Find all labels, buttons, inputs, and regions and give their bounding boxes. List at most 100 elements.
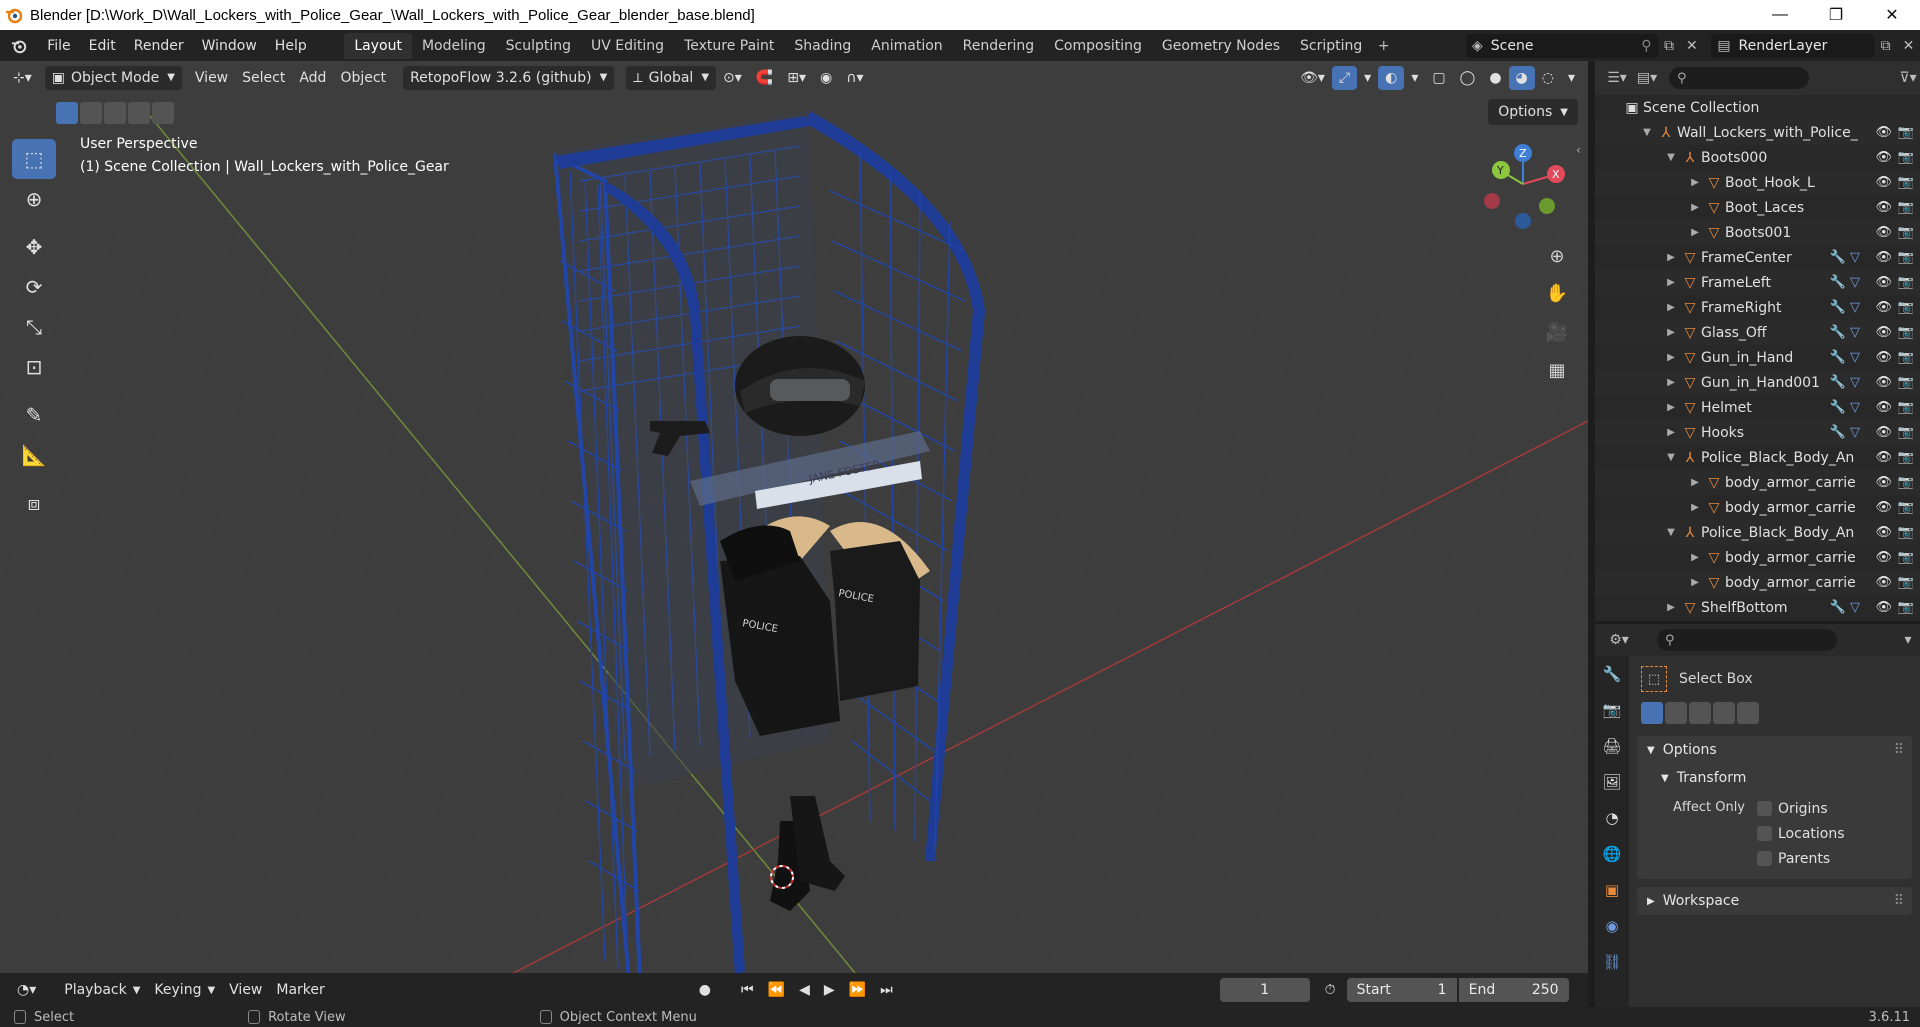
sidebar-toggle-icon[interactable]: ‹ [1576,143,1581,157]
cursor-tool-icon[interactable]: ⊕ [12,179,56,219]
solid-shading-icon[interactable]: ● [1482,66,1508,90]
select-intersect-icon[interactable] [152,102,174,124]
select-extend-icon[interactable] [1665,702,1687,724]
gizmo-dropdown-icon[interactable]: ▾ [1357,66,1378,90]
select-extend-icon[interactable] [80,102,102,124]
menu-view[interactable]: View [188,66,235,90]
select-invert-icon[interactable] [128,102,150,124]
remove-view-layer-icon[interactable]: ✕ [1897,34,1920,58]
gizmo-neg-z[interactable] [1515,213,1531,229]
drag-handle-icon[interactable]: ⠿ [1894,893,1904,909]
object-tab-icon[interactable]: ▣ [1595,872,1629,908]
select-invert-icon[interactable] [1713,702,1735,724]
rendered-shading-icon[interactable]: ◌ [1535,66,1561,90]
render-camera-icon[interactable]: 📷 [1898,500,1914,515]
end-frame-field[interactable]: End 250 [1458,978,1569,1002]
chevron-right-icon[interactable]: ▶ [1663,377,1679,388]
menu-object[interactable]: Object [333,66,393,90]
visibility-icon[interactable]: 👁▾ [1293,66,1332,90]
eye-icon[interactable]: 👁 [1875,350,1892,365]
tab-texture-paint[interactable]: Texture Paint [674,33,784,59]
menu-keying[interactable]: Keying ▼ [147,978,222,1002]
chevron-right-icon[interactable]: ▶ [1663,402,1679,413]
chevron-down-icon[interactable]: ▼ [1663,452,1679,463]
checkbox-box[interactable] [1757,826,1772,841]
render-camera-icon[interactable]: 📷 [1898,275,1914,290]
tree-row[interactable]: ▶ ▽ body_armor_carrie 👁 📷 [1595,495,1920,520]
tree-row[interactable]: ▼ ⅄ Boots000 👁 📷 [1595,145,1920,170]
tab-animation[interactable]: Animation [861,33,952,59]
eye-icon[interactable]: 👁 [1875,175,1892,190]
chevron-down-icon[interactable]: ▼ [1663,152,1679,163]
rotate-tool-icon[interactable]: ⟳ [12,267,56,307]
annotate-tool-icon[interactable]: ✎ [12,395,56,435]
tree-row[interactable]: ▶ ▽ Helmet 🔧 ▽ 👁 📷 [1595,395,1920,420]
menu-add[interactable]: Add [292,66,333,90]
menu-select[interactable]: Select [235,66,292,90]
transform-tool-icon[interactable]: ⊡ [12,347,56,387]
modifier-icons[interactable]: 🔧 ▽ [1830,250,1860,265]
outliner-search-input[interactable]: ⚲ [1669,67,1809,89]
stopwatch-icon[interactable]: ⏱ [1318,978,1343,1002]
add-cube-tool-icon[interactable]: ⧈ [12,483,56,523]
tab-uv-editing[interactable]: UV Editing [581,33,674,59]
tab-layout[interactable]: Layout [344,32,412,59]
xray-icon[interactable]: ▢ [1425,66,1452,90]
render-camera-icon[interactable]: 📷 [1898,425,1914,440]
modifier-icons[interactable]: 🔧 ▽ [1830,350,1860,365]
eye-icon[interactable]: 👁 [1875,150,1892,165]
eye-icon[interactable]: 👁 [1875,125,1892,140]
modifier-icons[interactable]: 🔧 ▽ [1830,325,1860,340]
view-layer-tab-icon[interactable]: 🖼 [1595,764,1629,800]
prev-keyframe-icon[interactable]: ⏪ [761,978,792,1002]
tree-row[interactable]: ▶ ▽ Gun_in_Hand001 🔧 ▽ 👁 📷 [1595,370,1920,395]
options-dropdown[interactable]: Options ▼ [1488,99,1578,125]
tree-row[interactable]: ▶ ▽ FrameRight 🔧 ▽ 👁 📷 [1595,295,1920,320]
render-camera-icon[interactable]: 📷 [1898,125,1914,140]
render-camera-icon[interactable]: 📷 [1898,175,1914,190]
render-camera-icon[interactable]: 📷 [1898,150,1914,165]
eye-icon[interactable]: 👁 [1875,500,1892,515]
render-camera-icon[interactable]: 📷 [1898,350,1914,365]
render-camera-icon[interactable]: 📷 [1898,475,1914,490]
overlays-dropdown-icon[interactable]: ▾ [1404,66,1425,90]
chevron-right-icon[interactable]: ▶ [1663,352,1679,363]
chevron-right-icon[interactable]: ▶ [1663,252,1679,263]
tree-row[interactable]: ▼ ⅄ Police_Black_Body_An 👁 📷 [1595,520,1920,545]
chevron-right-icon[interactable]: ▶ [1663,327,1679,338]
tree-row[interactable]: ▼ ⅄ Police_Black_Body_An 👁 📷 [1595,445,1920,470]
maximize-button[interactable]: ❐ [1808,0,1864,30]
eye-icon[interactable]: 👁 [1875,425,1892,440]
tree-row[interactable]: ▶ ▽ Hooks 🔧 ▽ 👁 📷 [1595,420,1920,445]
modifier-icons[interactable]: 🔧 ▽ [1830,425,1860,440]
tab-geometry-nodes[interactable]: Geometry Nodes [1152,33,1290,59]
close-button[interactable]: ✕ [1864,0,1920,30]
select-intersect-icon[interactable] [1737,702,1759,724]
wireframe-shading-icon[interactable]: ◯ [1453,66,1483,90]
checkbox-box[interactable] [1757,851,1772,866]
menu-window[interactable]: Window [193,34,266,58]
physics-tab-icon[interactable]: ◉ [1595,908,1629,944]
add-workspace-icon[interactable]: + [1372,34,1395,58]
tree-row[interactable]: ▶ ▽ Boots001 👁 📷 [1595,220,1920,245]
render-camera-icon[interactable]: 📷 [1898,200,1914,215]
next-keyframe-icon[interactable]: ⏩ [842,978,873,1002]
pivot-point-icon[interactable]: ⊙▾ [716,66,749,90]
scene-tab-icon[interactable]: ◔ [1595,800,1629,836]
eye-icon[interactable]: 👁 [1875,275,1892,290]
properties-options-icon[interactable]: ▾ [1896,628,1920,652]
menu-edit[interactable]: Edit [80,34,125,58]
render-camera-icon[interactable]: 📷 [1898,400,1914,415]
transform-subpanel-header[interactable]: ▼ Transform [1637,764,1912,792]
tree-row[interactable]: ▶ ▽ body_armor_carrie 👁 📷 [1595,545,1920,570]
chevron-right-icon[interactable]: ▶ [1687,227,1703,238]
chevron-right-icon[interactable]: ▶ [1687,502,1703,513]
chevron-right-icon[interactable]: ▶ [1663,427,1679,438]
timeline-editor-icon[interactable]: ◔▾ [10,978,43,1002]
render-camera-icon[interactable]: 📷 [1898,525,1914,540]
retopoflow-menu[interactable]: RetopoFlow 3.2.6 (github) ▼ [403,65,615,90]
locations-checkbox[interactable]: Locations [1757,821,1845,846]
select-subtract-icon[interactable] [1689,702,1711,724]
record-icon[interactable]: ● [692,978,718,1002]
origins-checkbox[interactable]: Origins [1757,796,1845,821]
